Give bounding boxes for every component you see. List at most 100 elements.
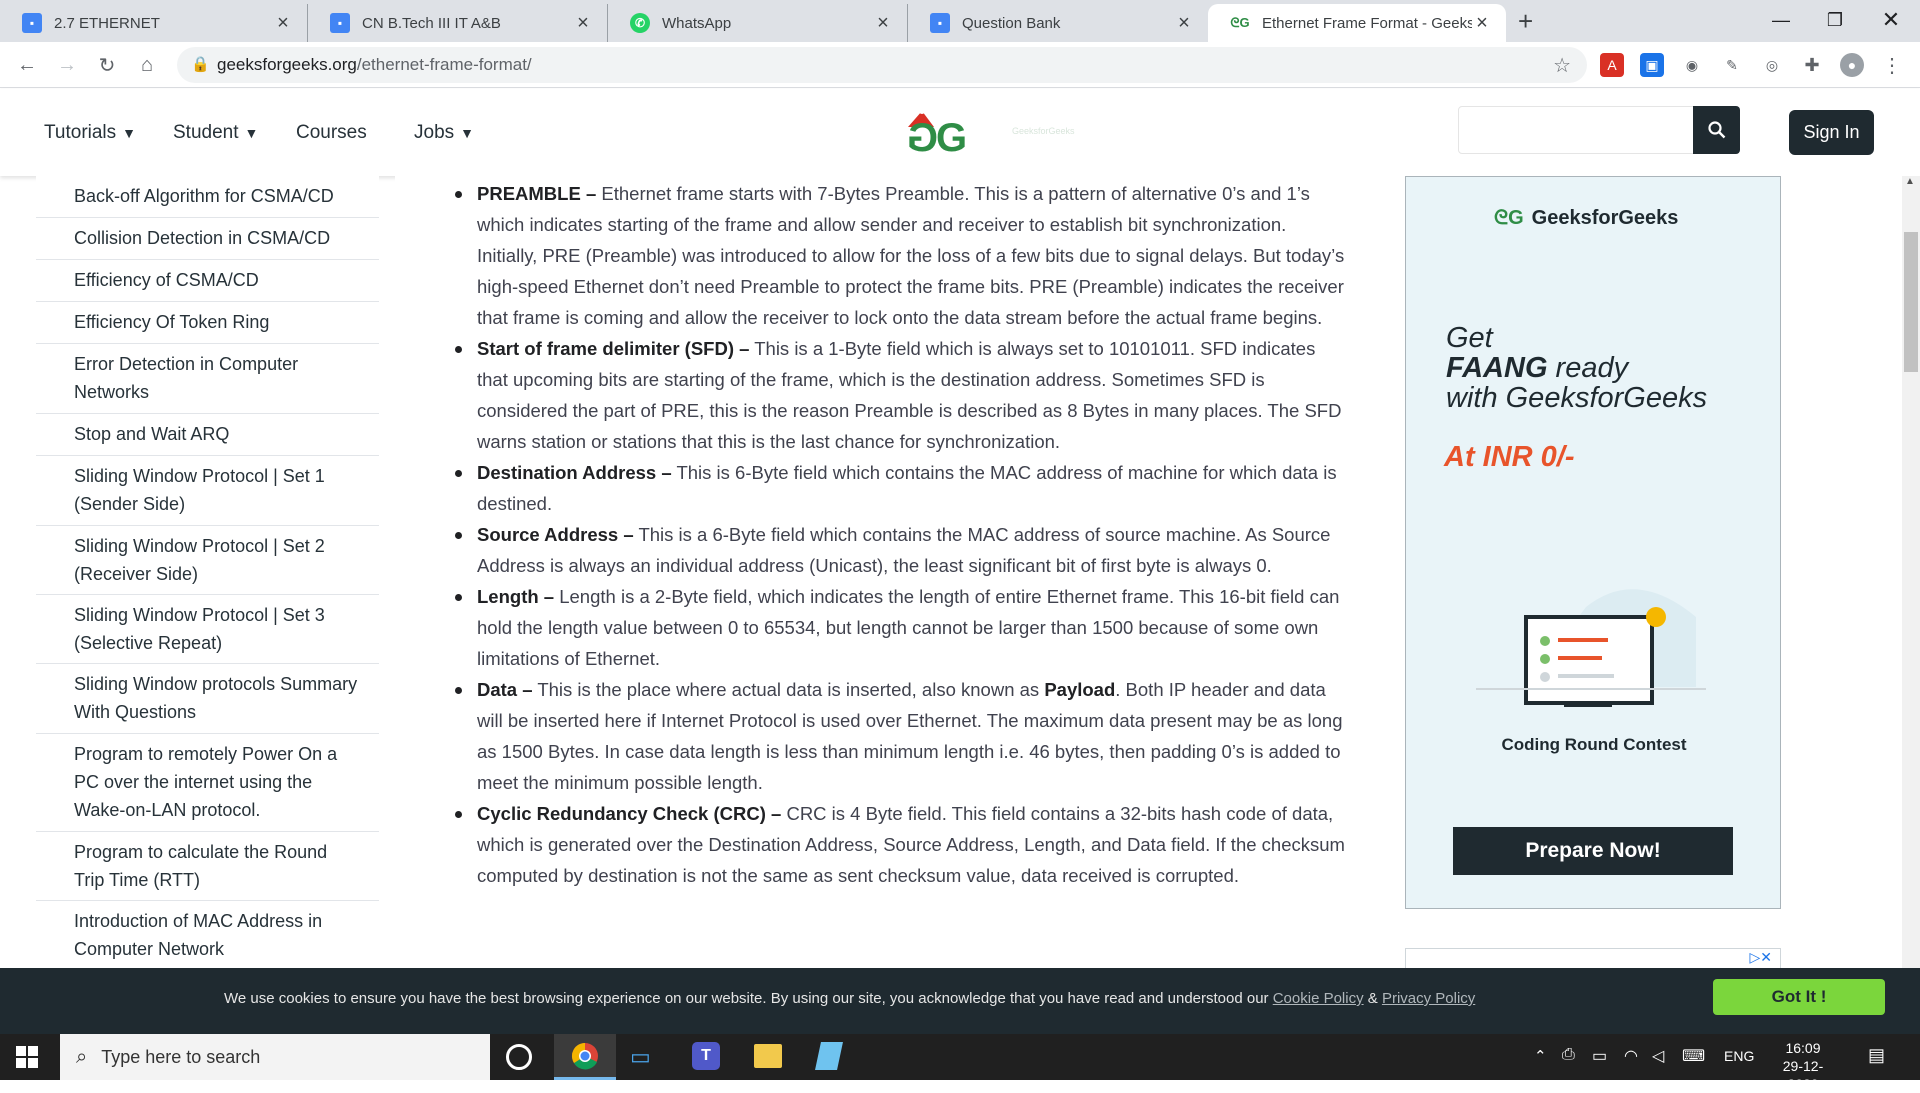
browser-tab[interactable]: ▪ 2.7 ETHERNET × xyxy=(0,4,308,42)
taskbar-search-placeholder: Type here to search xyxy=(101,1046,261,1067)
adchoices-icon[interactable]: ▷✕ xyxy=(1750,949,1773,966)
minimize-icon[interactable]: — xyxy=(1752,0,1810,40)
sidebar-item[interactable]: Program to remotely Power On a PC over t… xyxy=(36,734,379,832)
sidebar-item[interactable]: Sliding Window Protocol | Set 2 (Receive… xyxy=(36,526,379,595)
windows-start-icon[interactable] xyxy=(16,1046,38,1068)
eyedropper-extension-icon[interactable]: ✎ xyxy=(1720,53,1744,77)
search-icon: ⌕ xyxy=(76,1045,88,1068)
menu-tutorials[interactable]: Tutorials ▼ xyxy=(44,122,136,144)
ad-line: with GeeksforGeeks xyxy=(1446,382,1708,414)
list-item: Length – Length is a 2-Byte field, which… xyxy=(395,581,1370,674)
sidebar-item[interactable]: Back-off Algorithm for CSMA/CD xyxy=(36,176,379,218)
chrome-menu-icon[interactable]: ⋮ xyxy=(1880,53,1904,77)
taskbar-chrome[interactable] xyxy=(554,1034,616,1080)
profile-avatar[interactable]: ● xyxy=(1840,53,1864,77)
windows-taskbar: ⌕ Type here to search ▭ T ⌃ ⎙ ▭ ◠ ◁ ⌨ EN… xyxy=(0,1034,1920,1092)
browser-tab[interactable]: ▪ CN B.Tech III IT A&B × xyxy=(308,4,608,42)
sidebar-item[interactable]: Error Detection in Computer Networks xyxy=(36,344,379,414)
taskbar-search-box[interactable]: ⌕ Type here to search xyxy=(60,1034,490,1080)
url-host: geeksforgeeks.org xyxy=(217,55,357,74)
cookie-text: We use cookies to ensure you have the be… xyxy=(224,990,1273,1007)
app-icon[interactable] xyxy=(815,1042,843,1070)
new-tab-button[interactable]: + xyxy=(1518,6,1533,37)
cast-extension-icon[interactable]: ▣ xyxy=(1640,53,1664,77)
advertisement[interactable]: ᘓG GeeksforGeeks Get FAANG ready with Gee… xyxy=(1405,176,1781,909)
close-tab-icon[interactable]: × xyxy=(273,12,293,35)
menu-student[interactable]: Student ▼ xyxy=(173,122,258,144)
restore-icon[interactable]: ❐ xyxy=(1806,0,1864,40)
svg-text:G: G xyxy=(907,116,938,157)
extension-icon[interactable]: ◎ xyxy=(1760,53,1784,77)
notifications-icon[interactable]: ▤ xyxy=(1868,1045,1885,1066)
browser-tab[interactable]: ▪ Question Bank × xyxy=(908,4,1208,42)
ad-line-bold: FAANG xyxy=(1446,352,1548,384)
window-close-icon[interactable]: ✕ xyxy=(1862,0,1920,40)
cookie-policy-link[interactable]: Cookie Policy xyxy=(1273,990,1364,1007)
bookmark-star-icon[interactable]: ☆ xyxy=(1553,53,1571,78)
tab-title: 2.7 ETHERNET xyxy=(54,14,160,32)
sidebar-item[interactable]: Stop and Wait ARQ xyxy=(36,414,379,456)
close-tab-icon[interactable]: × xyxy=(873,12,893,35)
tray-icon[interactable]: ⎙ xyxy=(1562,1046,1575,1064)
teams-icon[interactable]: T xyxy=(692,1042,720,1070)
keyboard-icon[interactable]: ⌨ xyxy=(1682,1046,1705,1066)
sign-in-button[interactable]: Sign In xyxy=(1789,110,1874,155)
home-icon[interactable]: ⌂ xyxy=(132,50,162,80)
pc-icon[interactable]: ▭ xyxy=(630,1044,651,1070)
sidebar-item[interactable]: Sliding Window Protocol | Set 1 (Sender … xyxy=(36,456,379,526)
sidebar-item[interactable]: Sliding Window protocols Summary With Qu… xyxy=(36,664,379,734)
scroll-up-icon[interactable]: ▲ xyxy=(1905,176,1915,187)
cortana-icon[interactable] xyxy=(506,1044,532,1070)
sidebar-item[interactable]: Program to calculate the Round Trip Time… xyxy=(36,832,379,901)
svg-text:G: G xyxy=(936,116,967,157)
page-scrollbar[interactable]: ▲ ▼ xyxy=(1902,176,1920,1034)
menu-courses[interactable]: Courses xyxy=(296,122,367,144)
sidebar-item[interactable]: Efficiency of CSMA/CD xyxy=(36,260,379,302)
monitor-illustration xyxy=(1476,589,1706,707)
forward-icon[interactable]: → xyxy=(52,50,82,80)
file-explorer-icon[interactable] xyxy=(754,1044,782,1068)
whatsapp-icon: ✆ xyxy=(630,13,650,33)
camera-extension-icon[interactable]: ◉ xyxy=(1680,53,1704,77)
wifi-icon[interactable]: ◠ xyxy=(1624,1046,1638,1066)
close-tab-icon[interactable]: × xyxy=(573,12,593,35)
menu-label: Student xyxy=(173,122,239,143)
back-icon[interactable]: ← xyxy=(12,50,42,80)
close-tab-icon[interactable]: × xyxy=(1472,12,1492,35)
reload-icon[interactable]: ↻ xyxy=(92,50,122,80)
ad-banner[interactable]: ▷✕ xyxy=(1405,948,1781,968)
privacy-policy-link[interactable]: Privacy Policy xyxy=(1382,990,1475,1007)
tab-title: Question Bank xyxy=(962,14,1061,32)
address-bar[interactable]: 🔒 geeksforgeeks.org/ethernet-frame-forma… xyxy=(177,47,1587,83)
sidebar-item[interactable]: Sliding Window Protocol | Set 3 (Selecti… xyxy=(36,595,379,664)
chevron-down-icon: ▼ xyxy=(460,125,474,141)
close-tab-icon[interactable]: × xyxy=(1174,12,1194,35)
browser-tab-strip: ▪ 2.7 ETHERNET × ▪ CN B.Tech III IT A&B … xyxy=(0,0,1920,42)
right-rail: ᘓG GeeksforGeeks Get FAANG ready with Gee… xyxy=(1385,176,1920,968)
site-header: Tutorials ▼ Student ▼ Courses Jobs ▼ G G Ge… xyxy=(0,89,1920,176)
language-indicator[interactable]: ENG xyxy=(1724,1048,1754,1064)
tray-chevron-icon[interactable]: ⌃ xyxy=(1534,1047,1547,1065)
menu-jobs[interactable]: Jobs ▼ xyxy=(414,122,474,144)
pdf-extension-icon[interactable]: A xyxy=(1600,53,1624,77)
browser-tab-active[interactable]: ᘓG Ethernet Frame Format - Geeksfc × xyxy=(1208,4,1506,42)
volume-icon[interactable]: ◁ xyxy=(1652,1046,1664,1066)
chevron-down-icon: ▼ xyxy=(244,125,259,141)
got-it-button[interactable]: Got It ! xyxy=(1713,979,1885,1015)
battery-icon[interactable]: ▭ xyxy=(1592,1046,1607,1066)
search-icon xyxy=(1707,121,1725,139)
search-input[interactable] xyxy=(1458,106,1694,154)
sidebar-item[interactable]: Efficiency Of Token Ring xyxy=(36,302,379,344)
clock[interactable]: 16:09 29-12-2020 xyxy=(1768,1039,1838,1093)
sidebar-item[interactable]: Introduction of MAC Address in Computer … xyxy=(36,901,379,968)
scrollbar-thumb[interactable] xyxy=(1904,232,1918,372)
browser-tab[interactable]: ✆ WhatsApp × xyxy=(608,4,908,42)
docs-icon: ▪ xyxy=(930,13,950,33)
sidebar-item[interactable]: Collision Detection in CSMA/CD xyxy=(36,218,379,260)
puzzle-icon[interactable]: ✚ xyxy=(1800,53,1824,77)
prepare-now-button[interactable]: Prepare Now! xyxy=(1453,827,1733,875)
gfg-logo[interactable]: G G xyxy=(900,107,976,160)
search-button[interactable] xyxy=(1693,106,1740,154)
field-term: Length – xyxy=(477,586,555,607)
tab-title: CN B.Tech III IT A&B xyxy=(362,14,501,32)
